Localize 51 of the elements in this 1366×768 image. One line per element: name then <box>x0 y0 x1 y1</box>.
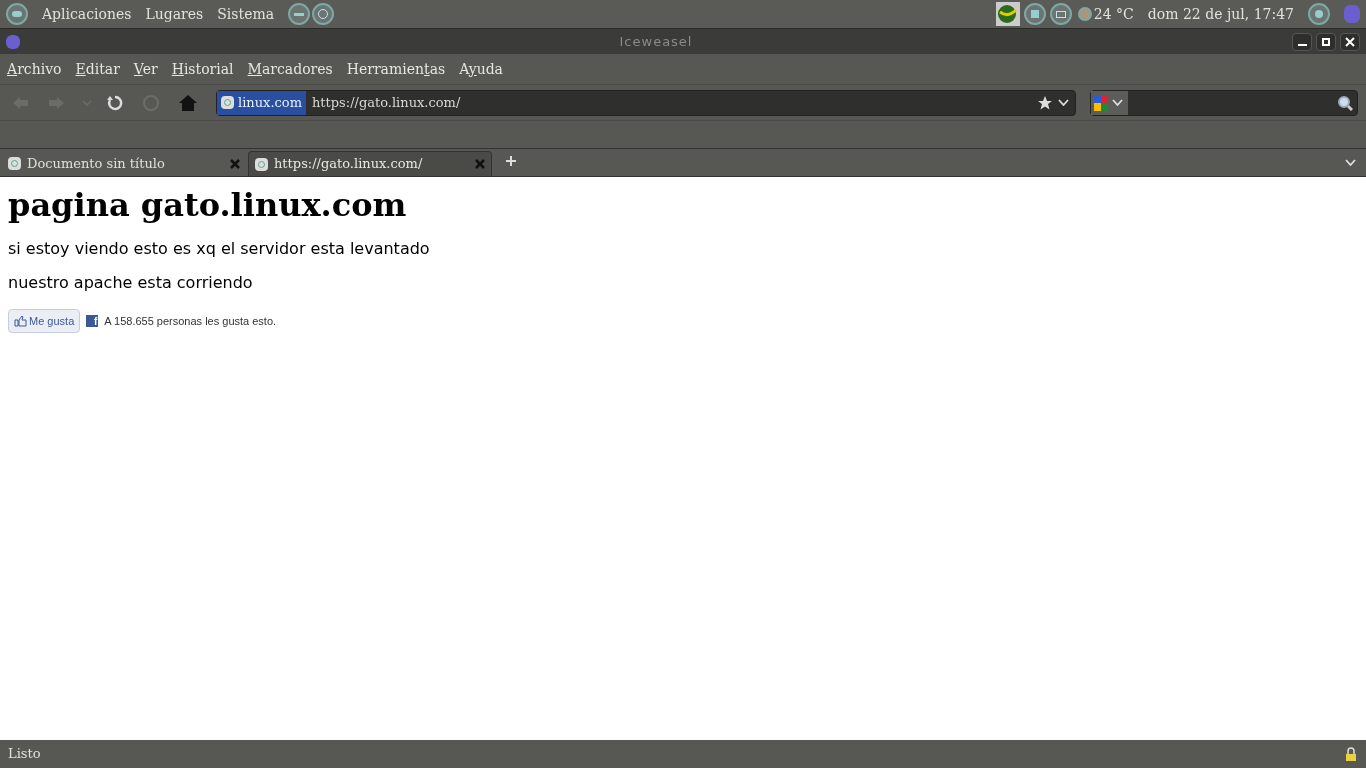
home-icon[interactable] <box>178 93 198 112</box>
page-icon <box>8 157 21 170</box>
panel-menu[interactable]: Sistema <box>217 3 275 25</box>
launcher-icon[interactable] <box>288 3 311 25</box>
site-identity-button[interactable]: linux.com <box>217 90 306 115</box>
search-field[interactable] <box>1090 89 1358 116</box>
panel-menu[interactable]: Aplicaciones <box>42 3 132 25</box>
menu-item[interactable]: Ver <box>133 58 158 80</box>
monitor-icon[interactable] <box>1049 3 1072 25</box>
close-icon[interactable] <box>475 159 485 169</box>
globe-icon[interactable] <box>995 2 1020 26</box>
search-icon[interactable] <box>1337 94 1353 111</box>
window-title: Iceweasel <box>619 32 693 51</box>
weather-icon[interactable] <box>1077 7 1092 21</box>
reload-icon[interactable] <box>106 93 124 112</box>
tab[interactable]: https://gato.linux.com/ <box>248 151 492 176</box>
paragraph: si estoy viendo esto es xq el servidor esta levantado <box>8 239 431 259</box>
menu-item[interactable]: Ayuda <box>459 58 503 80</box>
page-icon <box>221 96 234 109</box>
search-engine-button[interactable] <box>1091 90 1128 115</box>
page-icon <box>255 157 268 171</box>
temperature[interactable]: 24 °C <box>1093 3 1134 25</box>
menu-item[interactable]: Archivo <box>7 58 62 80</box>
facebook-icon: f <box>86 315 99 327</box>
menu-item[interactable]: Editar <box>75 58 120 80</box>
page-heading: pagina gato.linux.com <box>8 185 408 225</box>
close-button[interactable] <box>1340 32 1360 51</box>
panel-menu[interactable]: Lugares <box>145 3 204 25</box>
close-icon[interactable] <box>230 158 240 169</box>
minimize-button[interactable] <box>1292 32 1312 51</box>
menu-item[interactable]: Historial <box>171 58 234 80</box>
tab-title: https://gato.linux.com/ <box>274 155 424 174</box>
maximize-button[interactable] <box>1316 32 1336 51</box>
chevron-down-icon <box>1112 99 1123 106</box>
paragraph: nuestro apache esta corriendo <box>8 273 254 293</box>
lock-icon <box>1344 747 1358 761</box>
new-tab-icon[interactable] <box>506 155 516 166</box>
url-text: https://gato.linux.com/ <box>311 93 462 112</box>
thumbs-up-icon <box>14 315 27 327</box>
status-text: Listo <box>8 745 42 764</box>
clock[interactable]: dom 22 de jul, 17:47 <box>1147 3 1294 25</box>
tab-title: Documento sin título <box>27 154 166 173</box>
menu-item[interactable]: Marcadores <box>247 58 333 80</box>
address-bar[interactable]: linux.com https://gato.linux.com/ <box>216 89 1076 116</box>
close-icon <box>1345 36 1355 47</box>
launcher-icon[interactable] <box>312 3 335 25</box>
like-button[interactable]: Me gusta <box>8 309 81 333</box>
bookmark-star-icon[interactable] <box>1038 95 1052 110</box>
like-count: A 158.655 personas les gusta esto. <box>104 313 277 329</box>
engine-logo-icon <box>1094 94 1108 111</box>
menu-item[interactable]: Herramientas <box>346 58 446 80</box>
